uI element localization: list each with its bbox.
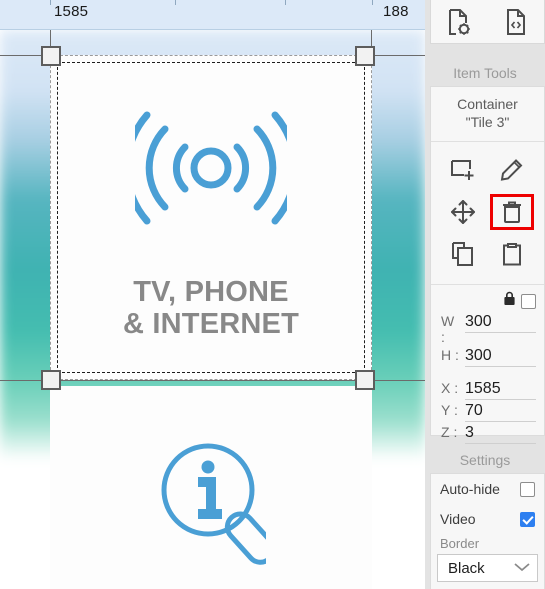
resize-handle-bottom-right[interactable] <box>355 370 375 390</box>
container-type: Container <box>457 96 518 112</box>
setting-video-label: Video <box>440 511 476 527</box>
border-select-value: Black <box>448 559 485 577</box>
panel-topbar <box>430 0 545 44</box>
field-height[interactable]: H : 300 <box>431 347 544 369</box>
edit-pencil-icon[interactable] <box>490 152 534 188</box>
tool-grid <box>431 142 544 285</box>
item-tools-body: Container "Tile 3" W: 300 H: 300 X: 1… <box>430 86 545 444</box>
setting-auto-hide[interactable]: Auto-hide <box>431 474 544 504</box>
field-width[interactable]: W : 300 <box>431 313 544 347</box>
field-x-label: X : <box>441 380 459 396</box>
settings-body: Auto-hide Video Border Black <box>430 473 545 589</box>
lock-icon <box>503 291 516 311</box>
container-title: "Tile 3" <box>465 113 510 130</box>
file-settings-icon[interactable] <box>442 5 476 39</box>
paste-clipboard-icon[interactable] <box>490 236 534 272</box>
field-x[interactable]: X : 1585 <box>431 380 544 402</box>
field-z-label: Z : <box>441 424 458 440</box>
tile-info[interactable] <box>50 386 372 589</box>
field-y[interactable]: Y : 70 <box>431 402 544 424</box>
field-width-label: W : <box>441 313 455 345</box>
setting-video[interactable]: Video <box>431 504 544 534</box>
ruler-tick <box>50 0 51 5</box>
settings-header: Settings <box>425 447 545 473</box>
resize-handle-bottom-left[interactable] <box>41 370 61 390</box>
field-z[interactable]: Z : 3 <box>431 424 544 446</box>
add-container-icon[interactable] <box>441 152 485 188</box>
resize-handle-top-right[interactable] <box>355 46 375 66</box>
field-z-value[interactable]: 3 <box>465 424 536 444</box>
video-checkbox[interactable] <box>520 511 535 527</box>
field-y-label: Y : <box>441 402 458 418</box>
field-width-value[interactable]: 300 <box>465 313 536 333</box>
tile-content-info <box>50 386 372 589</box>
ruler-tick <box>285 0 286 5</box>
ruler-tick <box>372 0 373 5</box>
auto-hide-checkbox[interactable] <box>520 481 535 497</box>
field-y-value[interactable]: 70 <box>465 402 536 422</box>
delete-trash-icon[interactable] <box>489 194 534 230</box>
item-tools-header: Item Tools <box>425 60 545 86</box>
ruler-label-start: 1585 <box>54 3 89 20</box>
field-x-value[interactable]: 1585 <box>465 380 536 400</box>
field-spacer <box>431 369 544 380</box>
field-height-label: H : <box>441 347 459 363</box>
setting-auto-hide-label: Auto-hide <box>440 481 500 497</box>
horizontal-ruler[interactable]: 1585 188 <box>0 0 425 30</box>
ruler-label-end: 188 <box>383 3 409 20</box>
right-panel: Item Tools Container "Tile 3" W: 300 H … <box>425 0 545 589</box>
field-height-value[interactable]: 300 <box>465 347 536 367</box>
resize-handle-top-left[interactable] <box>41 46 61 66</box>
copy-icon[interactable] <box>441 236 485 272</box>
app-root: TV, PHONE & INTERNET 1585 188 Item Tools… <box>0 0 545 589</box>
container-name-label: Container "Tile 3" <box>431 87 544 142</box>
design-canvas[interactable]: TV, PHONE & INTERNET 1585 188 <box>0 0 425 589</box>
border-select[interactable]: Black <box>437 554 538 582</box>
ruler-tick <box>175 0 176 5</box>
file-code-icon[interactable] <box>499 5 533 39</box>
lock-aspect-row <box>431 285 544 313</box>
chevron-down-icon <box>513 560 531 577</box>
info-magnifier-icon <box>156 434 276 579</box>
border-label: Border <box>440 536 480 551</box>
move-arrows-icon[interactable] <box>441 194 485 230</box>
selection-outline-inner <box>57 62 365 373</box>
lock-aspect-checkbox[interactable] <box>521 293 536 309</box>
